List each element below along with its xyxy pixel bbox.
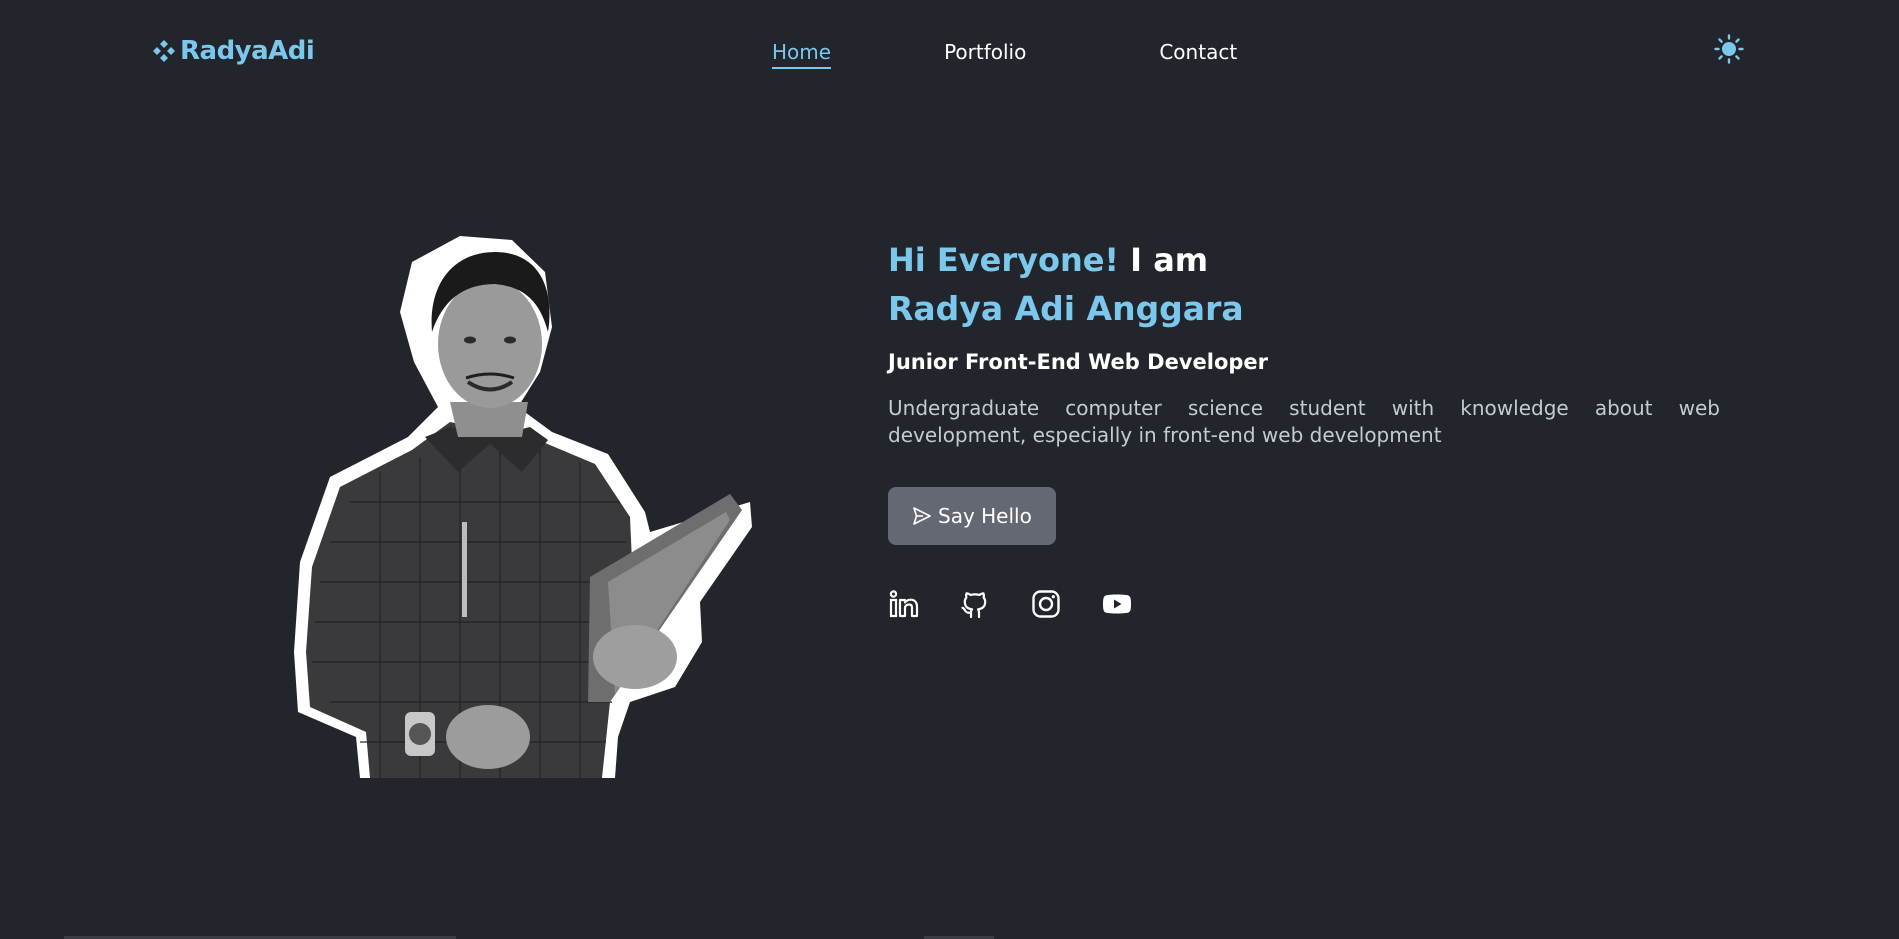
hero-name: Radya Adi Anggara: [888, 289, 1244, 328]
hero-text: Hi Everyone! I am Radya Adi Anggara Juni…: [888, 236, 1720, 620]
say-hello-button[interactable]: Say Hello: [888, 487, 1056, 545]
hero-role: Junior Front-End Web Developer: [888, 350, 1268, 374]
sun-icon[interactable]: [1714, 34, 1744, 64]
greeting-accent: Hi Everyone!: [888, 241, 1120, 279]
greeting-rest: I am: [1119, 241, 1209, 279]
send-icon: [913, 507, 931, 525]
greeting: Hi Everyone! I am: [888, 236, 1720, 284]
social-links: [888, 588, 1720, 620]
say-hello-label: Say Hello: [938, 504, 1032, 528]
nav-portfolio[interactable]: Portfolio: [944, 40, 1026, 69]
nav-contact[interactable]: Contact: [1159, 40, 1237, 69]
github-icon[interactable]: [959, 588, 991, 620]
page: RadyaAdi Home Portfolio Contact Hi Every…: [0, 0, 1899, 939]
profile-photo: [294, 236, 752, 778]
logo[interactable]: RadyaAdi: [152, 36, 315, 66]
hero-description: Undergraduate computer science student w…: [888, 396, 1720, 447]
nav-home[interactable]: Home: [772, 40, 832, 69]
instagram-icon[interactable]: [1030, 588, 1062, 620]
youtube-icon[interactable]: [1101, 588, 1133, 620]
diamond-logo-icon: [153, 40, 175, 62]
logo-text: RadyaAdi: [180, 36, 315, 66]
linkedin-icon[interactable]: [888, 588, 920, 620]
main-nav: Home Portfolio Contact: [772, 40, 1237, 69]
